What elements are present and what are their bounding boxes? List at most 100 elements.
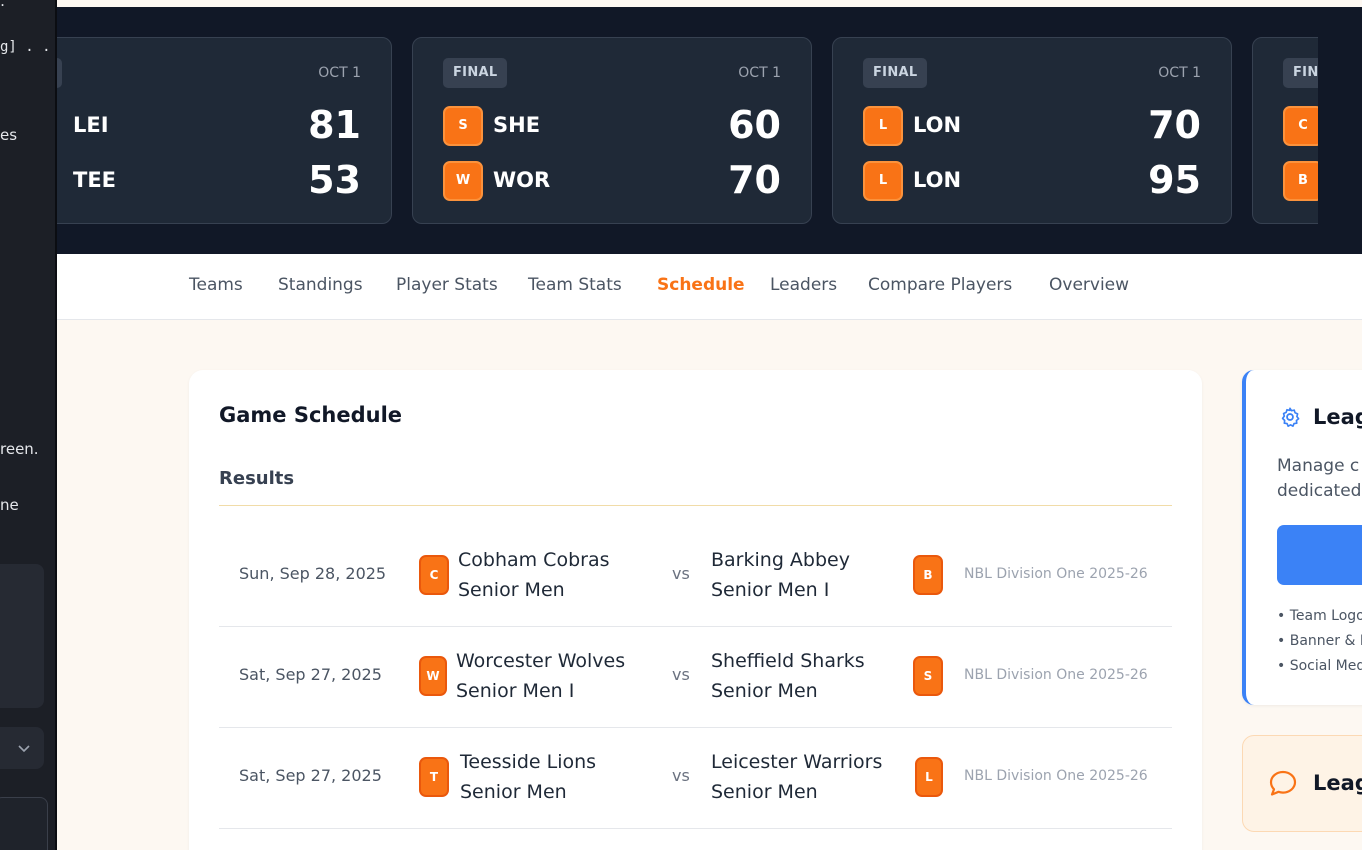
team-score: 95 [1148, 158, 1201, 202]
away-team-logo: L [915, 757, 943, 797]
home-team-name[interactable]: Worcester Wolves Senior Men I [456, 646, 656, 706]
game-row[interactable]: Sun, Sep 28, 2025 C Cobham Cobras Senior … [219, 526, 1172, 627]
nav-leaders[interactable]: Leaders [770, 275, 837, 295]
scoreboard-banner: AL OCT 1 LEI 81 TEE 53 FINAL OCT 1 S SHE… [57, 7, 1362, 254]
game-date: Sat, Sep 27, 2025 [239, 665, 382, 684]
team-abbr: LON [913, 168, 962, 192]
nav-player-stats[interactable]: Player Stats [396, 275, 498, 295]
chevron-down-icon[interactable] [17, 741, 31, 755]
side-card-description: Manage c dedicated [1277, 454, 1361, 504]
top-strip [57, 0, 1362, 7]
vs-label: vs [672, 766, 690, 785]
game-row[interactable]: Sat, Sep 27, 2025 T Teesside Lions Senior… [219, 728, 1172, 829]
team-score: 53 [308, 158, 361, 202]
team-row: C [1283, 106, 1318, 146]
vs-label: vs [672, 665, 690, 684]
team-row: S SHE 60 [443, 103, 781, 147]
score-card[interactable]: FINA C B [1252, 37, 1318, 224]
away-team-name-line2: Senior Men I [711, 579, 830, 601]
schedule-card: Game Schedule Results Sun, Sep 28, 2025 … [189, 370, 1202, 850]
game-date: Sun, Sep 28, 2025 [239, 564, 387, 583]
team-logo: L [863, 106, 903, 146]
nav-standings[interactable]: Standings [278, 275, 363, 295]
feature-item: • Team Logo [1277, 608, 1362, 624]
away-team-name-line2: Senior Men [711, 680, 818, 702]
home-team-name-line2: Senior Men [458, 579, 565, 601]
feature-list: • Team Logo • Banner & I • Social Med [1277, 604, 1362, 679]
team-abbr: SHE [493, 113, 541, 137]
panel-text-fragment: es [0, 126, 18, 144]
score-card[interactable]: AL OCT 1 LEI 81 TEE 53 [57, 37, 392, 224]
home-team-logo: T [419, 757, 449, 797]
away-team-name-line1: Barking Abbey [711, 549, 850, 571]
vs-label: vs [672, 564, 690, 583]
league-chat-card[interactable]: Leag [1242, 735, 1362, 832]
page-title: Game Schedule [219, 403, 403, 427]
nav-schedule[interactable]: Schedule [657, 275, 745, 295]
away-team-name[interactable]: Leicester Warriors Senior Men [711, 747, 911, 807]
game-date: OCT 1 [318, 65, 361, 81]
home-team-logo: W [419, 656, 447, 696]
nav-compare-players[interactable]: Compare Players [868, 275, 1012, 295]
gear-icon [1281, 407, 1300, 427]
team-row: L LON 95 [863, 158, 1201, 202]
away-team-name-line1: Leicester Warriors [711, 751, 883, 773]
panel-text-fragment: ne [0, 496, 19, 514]
nav-teams[interactable]: Teams [189, 275, 243, 295]
team-logo: S [443, 106, 483, 146]
nav-team-stats[interactable]: Team Stats [528, 275, 622, 295]
game-date: OCT 1 [1158, 65, 1201, 81]
nav-overview[interactable]: Overview [1049, 275, 1129, 295]
team-score: 60 [728, 103, 781, 147]
home-team-name-line1: Worcester Wolves [456, 650, 626, 672]
side-card-title: Leag [1313, 771, 1362, 795]
team-score: 81 [308, 103, 361, 147]
manage-button[interactable] [1277, 525, 1362, 585]
team-abbr: WOR [493, 168, 551, 192]
team-row: LEI 81 [57, 103, 361, 147]
team-logo: C [1283, 106, 1318, 146]
home-team-name[interactable]: Teesside Lions Senior Men [460, 747, 660, 807]
section-divider [219, 505, 1172, 506]
away-team-name[interactable]: Sheffield Sharks Senior Men [711, 646, 911, 706]
results-heading: Results [219, 468, 295, 489]
home-team-logo: C [419, 555, 449, 595]
team-row: W WOR 70 [443, 158, 781, 202]
side-card-description-line1: Manage c [1277, 456, 1360, 476]
side-card-description-line2: dedicated [1277, 481, 1362, 501]
team-abbr: LON [913, 113, 962, 137]
score-card[interactable]: FINAL OCT 1 S SHE 60 W WOR 70 [412, 37, 812, 224]
league-label: NBL Division One 2025-26 [964, 566, 1148, 582]
team-abbr: TEE [73, 168, 117, 192]
final-badge: FINAL [443, 58, 508, 88]
scoreboard-track: AL OCT 1 LEI 81 TEE 53 FINAL OCT 1 S SHE… [57, 7, 1318, 254]
panel-text-fragment: : [0, 0, 6, 10]
feature-item: • Social Med [1277, 658, 1362, 674]
team-logo: W [443, 161, 483, 201]
home-team-name-line1: Teesside Lions [460, 751, 597, 773]
final-badge: FINA [1283, 58, 1318, 88]
game-row[interactable]: Sat, Sep 27, 2025 W Worcester Wolves Seni… [219, 627, 1172, 728]
home-team-name[interactable]: Cobham Cobras Senior Men [458, 545, 658, 605]
home-team-name-line2: Senior Men I [456, 680, 575, 702]
home-team-name-line2: Senior Men [460, 781, 567, 803]
panel-box [0, 564, 44, 708]
league-label: NBL Division One 2025-26 [964, 768, 1148, 784]
score-card[interactable]: FINAL OCT 1 L LON 70 L LON 95 [832, 37, 1232, 224]
team-abbr: LEI [73, 113, 109, 137]
team-row: B [1283, 161, 1318, 201]
team-logo: B [1283, 161, 1318, 201]
feature-item: • Banner & I [1277, 633, 1362, 649]
away-team-name[interactable]: Barking Abbey Senior Men I [711, 545, 911, 605]
final-badge: FINAL [863, 58, 928, 88]
away-team-logo: S [913, 656, 943, 696]
panel-code-fragment: g] . . . [0, 39, 55, 55]
away-team-name-line2: Senior Men [711, 781, 818, 803]
team-logo: L [863, 161, 903, 201]
league-label: NBL Division One 2025-26 [964, 667, 1148, 683]
panel-input[interactable] [0, 797, 48, 850]
team-score: 70 [1148, 103, 1201, 147]
left-side-panel: : g] . . . es reen. ne [0, 0, 57, 850]
league-nav: Teams Standings Player Stats Team Stats … [57, 254, 1362, 320]
team-row: L LON 70 [863, 103, 1201, 147]
